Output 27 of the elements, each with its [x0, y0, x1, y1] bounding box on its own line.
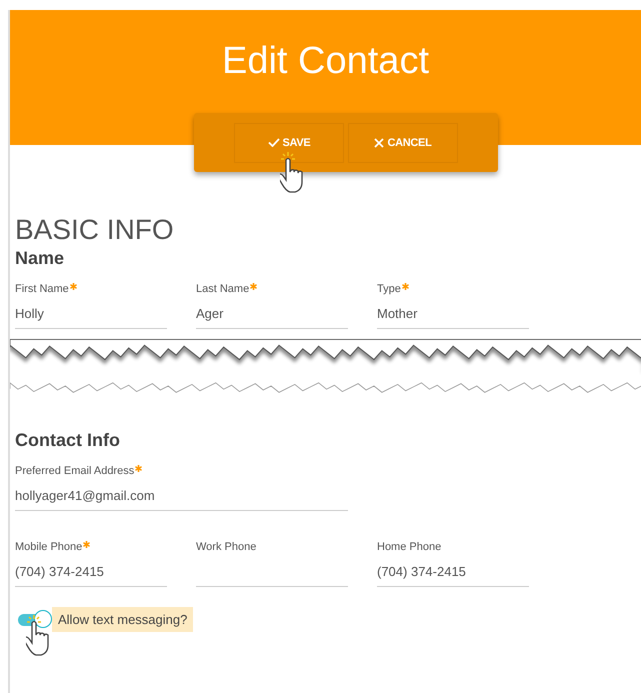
input-field[interactable]: Last Name Ager — [196, 283, 348, 329]
group-title: Contact Info — [15, 429, 121, 451]
check-icon — [268, 138, 280, 147]
input-field[interactable]: Type Mother — [377, 283, 529, 329]
input-field[interactable]: Home Phone (704) 374-2415 — [377, 541, 529, 587]
group-title: Name — [15, 247, 66, 269]
input-field[interactable]: First Name Holly — [15, 283, 167, 329]
input-field[interactable]: Work Phone — [196, 541, 348, 587]
field-value: hollyager41@gmail.com — [15, 488, 156, 504]
close-icon — [374, 138, 384, 148]
field-value: Ager — [196, 306, 224, 322]
toggle-label: Allow text messaging? — [52, 607, 194, 632]
field-value: (704) 374-2415 — [15, 564, 105, 580]
field-label: Type — [377, 283, 401, 295]
field-value: (704) 374-2415 — [377, 564, 467, 580]
field-label: Last Name — [196, 283, 250, 295]
input-field[interactable]: Preferred Email Address hollyager41@gmail.com — [15, 465, 348, 511]
field-label: Work Phone — [196, 541, 256, 553]
page-title: Edit Contact — [222, 40, 429, 80]
field-label: Home Phone — [377, 541, 442, 553]
input-field[interactable]: Mobile Phone (704) 374-2415 — [15, 541, 167, 587]
section-title: BASIC INFO — [15, 215, 175, 245]
field-value: Mother — [377, 306, 418, 322]
field-label: Preferred Email Address — [15, 465, 134, 477]
field-label: First Name — [15, 283, 69, 295]
field-value: Holly — [15, 306, 45, 322]
field-label: Mobile Phone — [15, 541, 82, 553]
